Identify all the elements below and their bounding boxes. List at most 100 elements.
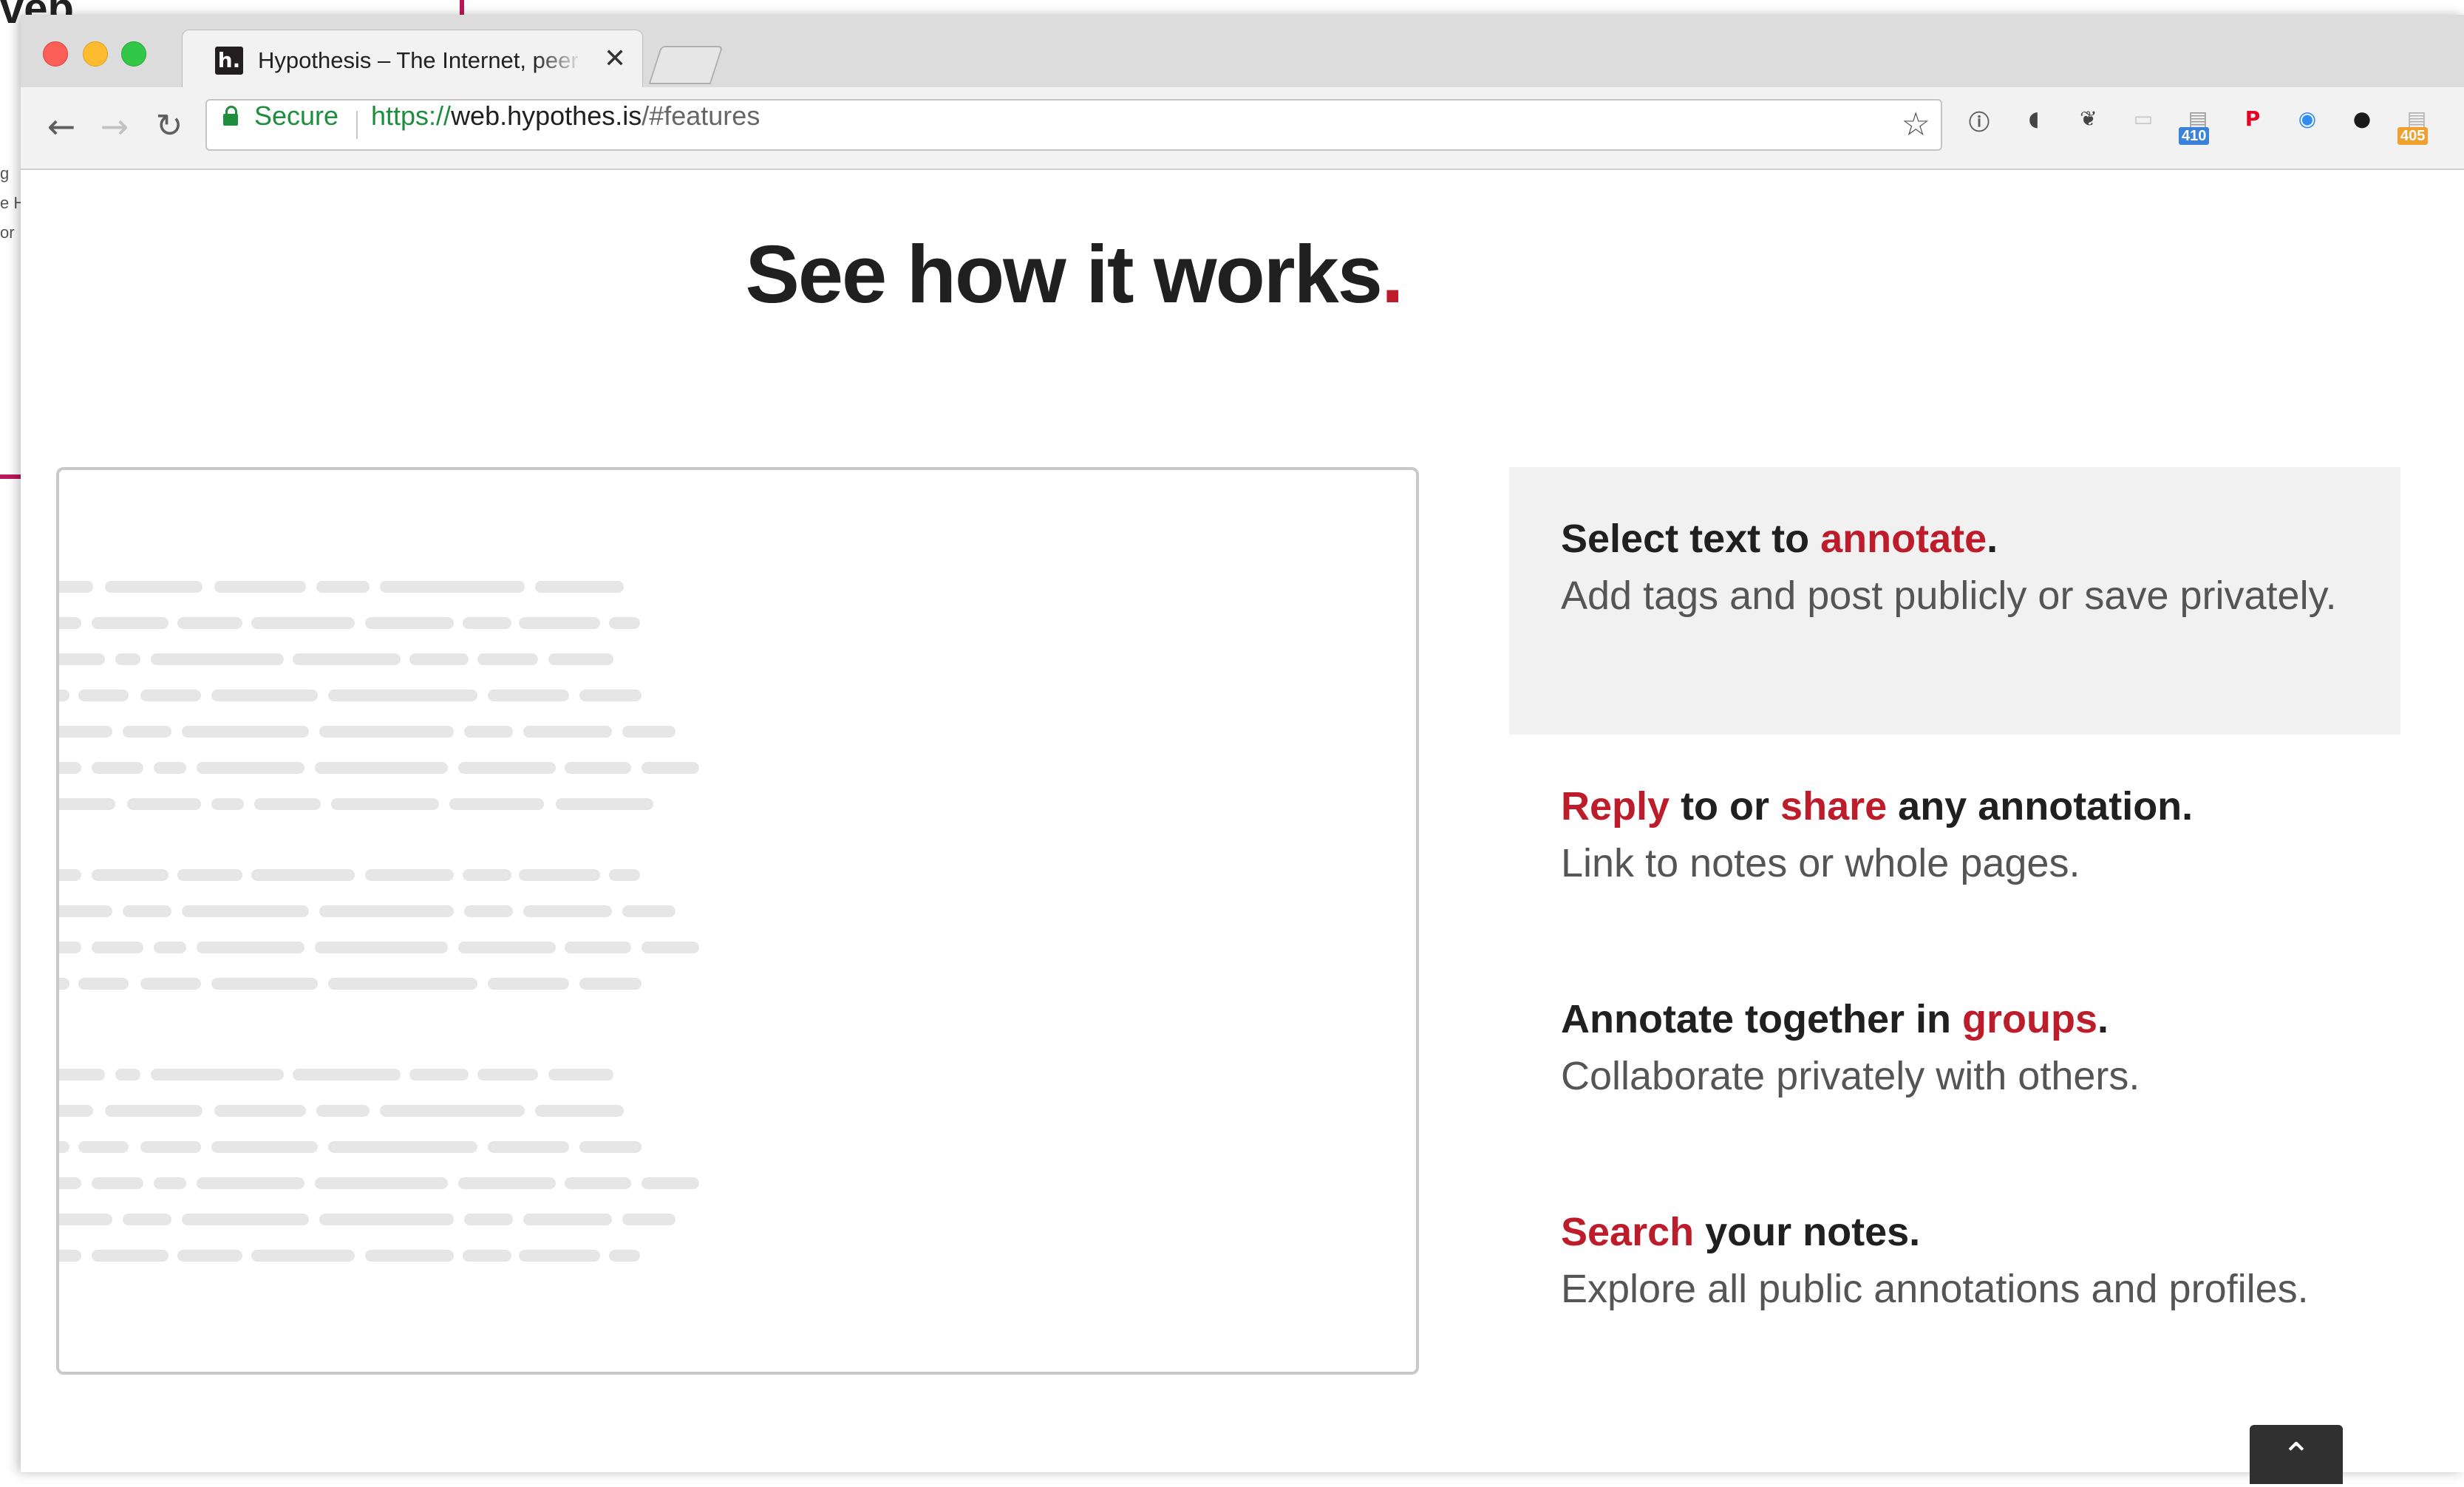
reload-icon[interactable]: ↻ [143, 101, 195, 152]
feature-description: Collaborate privately with others. [1561, 1054, 2140, 1098]
placeholder-text-line [535, 1105, 624, 1117]
placeholder-text-line [115, 653, 140, 665]
placeholder-text-line [622, 1214, 675, 1225]
placeholder-text-line [319, 726, 454, 738]
placeholder-text-line [609, 617, 640, 629]
placeholder-text-line [449, 798, 544, 810]
url-text[interactable]: https://web.hypothes.is/#features [371, 101, 760, 132]
feature-description: Link to notes or whole pages. [1561, 841, 2080, 885]
background-snippet: g [0, 164, 10, 183]
placeholder-text-line [59, 1214, 112, 1225]
address-bar[interactable]: Secure https://web.hypothes.is/#features… [205, 99, 1942, 151]
feature-groups[interactable]: Annotate together in groups. Collaborate… [1509, 996, 2400, 1104]
placeholder-text-line [463, 869, 511, 881]
placeholder-text-line [92, 617, 169, 629]
placeholder-text-line [365, 869, 454, 881]
feature-title: Select text to annotate. [1561, 516, 2400, 562]
tab-hypothesis[interactable]: h. Hypothesis – The Internet, peer revie… [182, 30, 643, 89]
placeholder-text-line [565, 942, 631, 953]
close-window-button[interactable] [43, 41, 68, 67]
back-to-top-button[interactable]: ⌃ [2250, 1425, 2343, 1484]
browser-window: h. Hypothesis – The Internet, peer revie… [21, 15, 2464, 1484]
close-tab-icon[interactable]: ✕ [604, 45, 626, 73]
placeholder-text-line [59, 869, 81, 881]
extension-badge: 410 [2179, 127, 2210, 145]
evernote-icon[interactable]: ❦ [2072, 106, 2105, 139]
feature-highlight: share [1780, 784, 1888, 828]
feature-search[interactable]: Search your notes. Explore all public an… [1509, 1209, 2400, 1317]
placeholder-text-line [328, 1141, 477, 1153]
messenger-icon[interactable]: ◉ [2291, 106, 2324, 139]
placeholder-text-line [177, 617, 242, 629]
placeholder-text-line [380, 1105, 525, 1117]
url-path: /#features [641, 101, 760, 131]
placeholder-text-line [458, 942, 556, 953]
placeholder-text-line [211, 978, 318, 990]
placeholder-text-line [293, 653, 401, 665]
placeholder-text-line [409, 653, 469, 665]
placeholder-text-line [59, 581, 93, 593]
minimize-window-button[interactable] [83, 41, 108, 67]
placeholder-text-line [556, 798, 653, 810]
back-arrow-icon[interactable]: ← [35, 101, 87, 152]
feature-select-text[interactable]: Select text to annotate. Add tags and po… [1509, 467, 2400, 735]
browser-toolbar: ← → ↻ Secure https://web.hypothes.is/#fe… [21, 87, 2464, 170]
placeholder-text-line [641, 1177, 699, 1189]
tab-counter-icon[interactable]: ▤ 405 [2397, 106, 2433, 145]
placeholder-text-line [565, 762, 631, 774]
color-wheel-icon[interactable]: ● [2346, 106, 2378, 139]
placeholder-text-line [579, 978, 641, 990]
feature-title-text: Select text to [1561, 517, 1821, 561]
placeholder-text-line [154, 762, 186, 774]
new-tab-button[interactable] [648, 46, 724, 84]
pinterest-icon[interactable]: P [2236, 106, 2269, 139]
background-snippet: or [0, 223, 15, 242]
placeholder-text-line [579, 690, 641, 701]
hypothesis-favicon-icon: h. [215, 47, 243, 75]
lock-icon [223, 106, 238, 126]
placeholder-text-line [197, 762, 304, 774]
placeholder-text-line [579, 1141, 641, 1153]
feature-highlight: groups [1961, 997, 2097, 1041]
page-title: See how it works. [21, 228, 2127, 321]
placeholder-text-line [641, 762, 699, 774]
placeholder-text-line [251, 1250, 355, 1262]
placeholder-text-line [319, 905, 454, 917]
url-scheme: https:// [371, 101, 452, 131]
pocket-icon[interactable]: ◖ [2018, 106, 2050, 139]
forward-arrow-icon[interactable]: → [89, 101, 140, 152]
placeholder-text-line [182, 726, 309, 738]
placeholder-text-line [59, 1141, 69, 1153]
placeholder-text-line [315, 1177, 448, 1189]
feature-highlight: Search [1561, 1210, 1695, 1254]
placeholder-text-line [316, 1105, 370, 1117]
placeholder-text-line [59, 690, 69, 701]
placeholder-text-line [59, 905, 112, 917]
placeholder-text-line [488, 1141, 569, 1153]
placeholder-text-line [609, 1250, 640, 1262]
feature-title-text: any annotation. [1887, 784, 2194, 828]
bookmark-star-icon[interactable]: ☆ [1902, 105, 1930, 145]
placeholder-text-line [59, 798, 115, 810]
placeholder-text-line [463, 617, 511, 629]
placeholder-text-line [488, 690, 569, 701]
placeholder-text-line [78, 978, 129, 990]
placeholder-text-line [115, 1069, 140, 1081]
feature-description: Explore all public annotations and profi… [1561, 1267, 2309, 1311]
chat-icon[interactable]: ▭ [2127, 106, 2160, 139]
placeholder-text-line [59, 726, 112, 738]
placeholder-text-line [182, 1214, 309, 1225]
feature-description: Add tags and post publicly or save priva… [1561, 574, 2337, 618]
placeholder-text-line [197, 1177, 304, 1189]
browser-menu-icon[interactable]: ⋮ [2455, 106, 2464, 139]
zoom-window-button[interactable] [121, 41, 146, 67]
placeholder-text-line [458, 762, 556, 774]
placeholder-text-line [622, 905, 675, 917]
info-icon[interactable]: ⓘ [1963, 106, 1995, 139]
inbox-icon[interactable]: ▤ 410 [2179, 106, 2214, 145]
placeholder-text-line [315, 942, 448, 953]
placeholder-text-line [105, 581, 203, 593]
placeholder-text-line [409, 1069, 469, 1081]
placeholder-text-line [177, 869, 242, 881]
feature-reply-share[interactable]: Reply to or share any annotation. Link t… [1509, 783, 2400, 891]
